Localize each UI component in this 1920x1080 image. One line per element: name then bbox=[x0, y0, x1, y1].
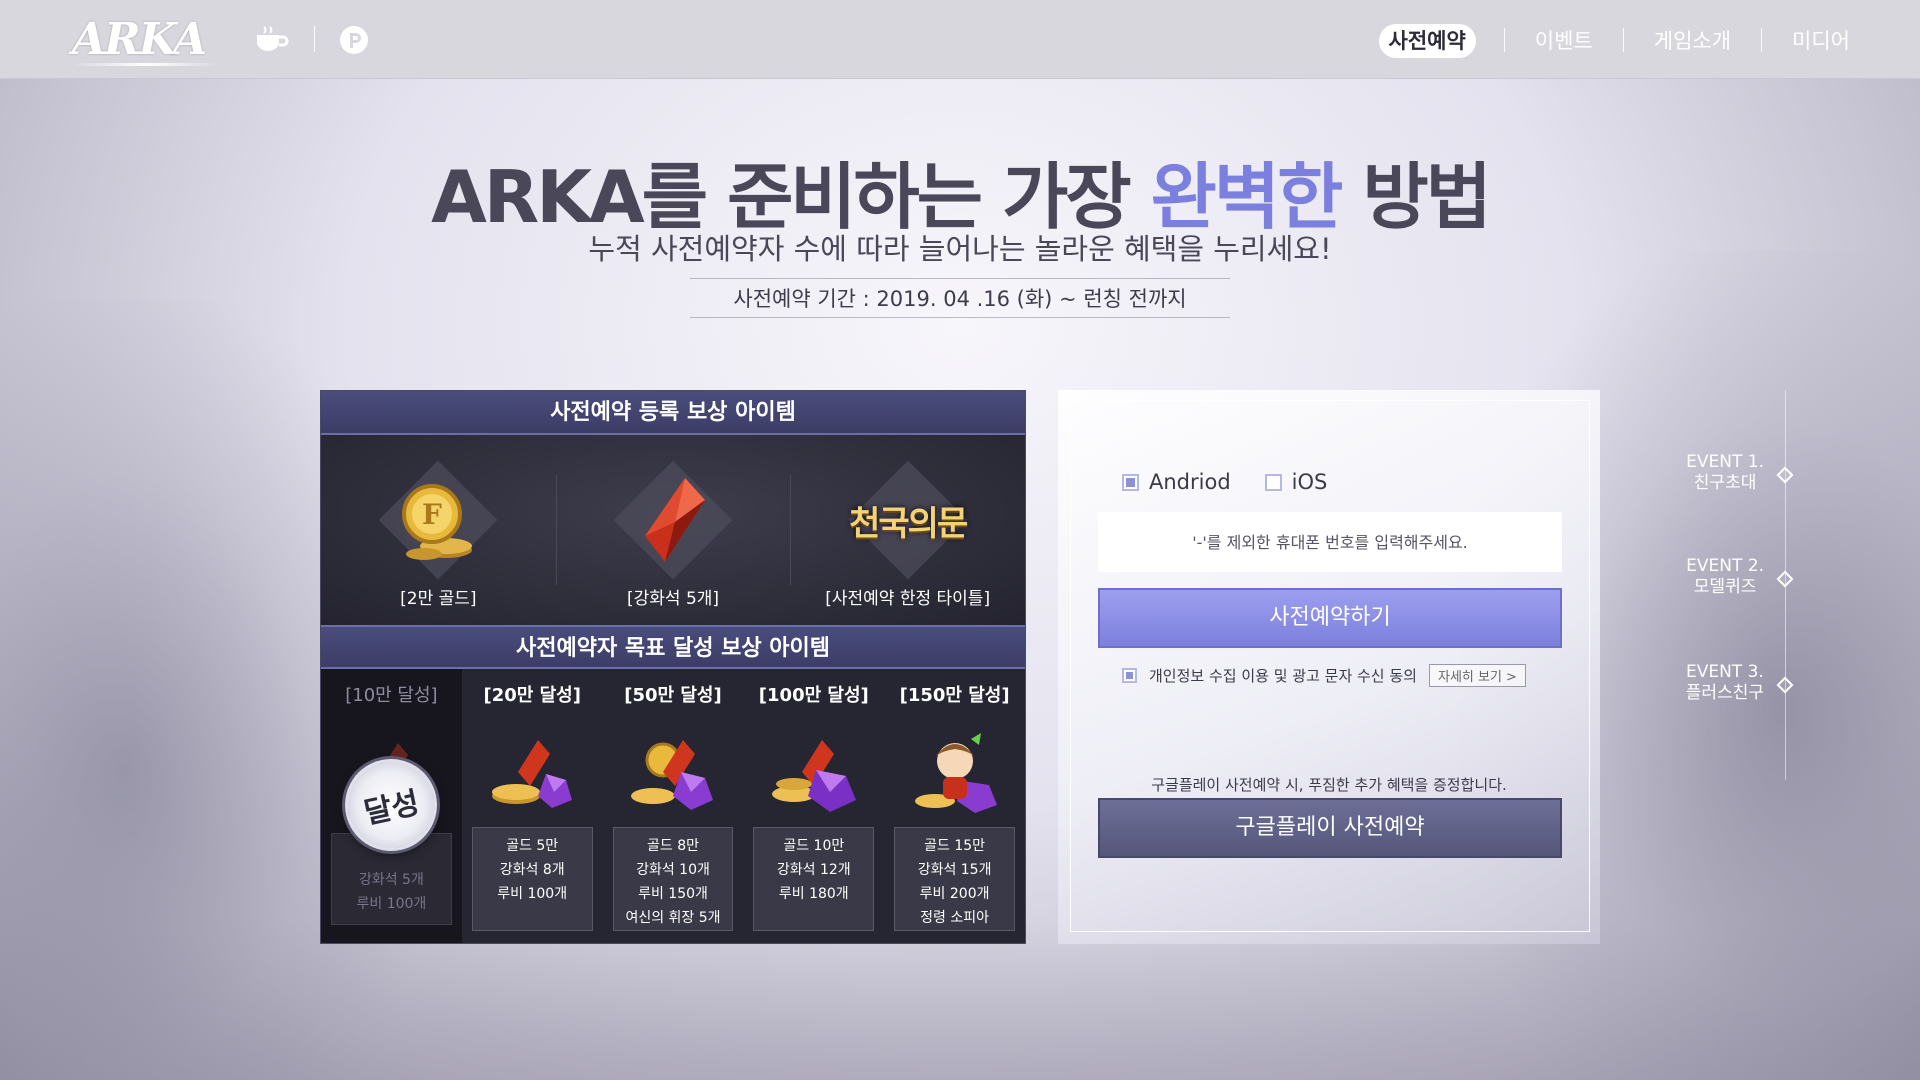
spirit-sophia-icon bbox=[900, 729, 1010, 819]
register-reward-title: 천국의문 [사전예약 한정 타이틀] bbox=[790, 435, 1025, 625]
register-reward-stone-label: [강화석 5개] bbox=[626, 589, 720, 609]
goal-reward-list: 골드 5만 강화석 8개 루비 100개 bbox=[471, 827, 593, 931]
site-header: ARKA 사전예약 이벤트 게임소개 미디어 bbox=[0, 0, 1920, 79]
goal-reward-list: 골드 15만 강화석 15개 루비 200개 정령 소피아 bbox=[894, 827, 1015, 931]
p-circle-icon[interactable] bbox=[336, 22, 372, 58]
event-2-link[interactable]: EVENT 2. 모델퀴즈 bbox=[1660, 556, 1800, 606]
reward-bundle-icon bbox=[618, 729, 728, 819]
logo-swoosh bbox=[72, 63, 220, 66]
event-name: 플러스친구 bbox=[1685, 683, 1764, 703]
goal-reward-line: 루비 100개 bbox=[497, 886, 568, 902]
event-name: 친구초대 bbox=[1693, 473, 1757, 493]
register-reward-gold-label: [2만 골드] bbox=[400, 589, 477, 609]
register-reward-gold: F [2만 골드] bbox=[321, 435, 556, 625]
goal-reward-line: 강화석 12개 bbox=[776, 862, 851, 878]
main-nav: 사전예약 이벤트 게임소개 미디어 bbox=[1351, 0, 1881, 79]
ios-label[interactable]: iOS bbox=[1292, 470, 1328, 494]
nav-preregister[interactable]: 사전예약 bbox=[1351, 23, 1504, 58]
goal-reward-line: 강화석 8개 bbox=[499, 862, 565, 878]
reward-panel: 사전예약 등록 보상 아이템 F [2만 골드] [강화석 5개] 천국의문 [… bbox=[320, 390, 1026, 944]
phone-number-input[interactable] bbox=[1098, 512, 1562, 572]
event-number: EVENT 2. bbox=[1686, 556, 1764, 576]
nav-event[interactable]: 이벤트 bbox=[1505, 25, 1623, 55]
register-reward-row: F [2만 골드] [강화석 5개] 천국의문 [사전예약 한정 타이틀] bbox=[321, 435, 1025, 625]
title-emblem-icon: 천국의문 bbox=[828, 460, 988, 580]
goal-100k: [10만 달성] 강화석 5개 루비 100개 달성 bbox=[321, 669, 462, 943]
os-selector: Andriod iOS bbox=[1122, 470, 1361, 494]
goal-1-5m: [150만 달성] 골드 15만 강화석 15개 루비 200개 정령 소피아 bbox=[884, 669, 1025, 943]
nav-game-intro-label: 게임소개 bbox=[1653, 28, 1732, 53]
event-3-text: EVENT 3. 플러스친구 bbox=[1686, 662, 1764, 704]
preregister-button[interactable]: 사전예약하기 bbox=[1098, 588, 1562, 648]
title-emblem-text: 천국의문 bbox=[849, 503, 968, 544]
google-play-preregister-button[interactable]: 구글플레이 사전예약 bbox=[1098, 798, 1562, 858]
nav-preregister-label: 사전예약 bbox=[1378, 23, 1476, 58]
gold-coin-icon: F bbox=[378, 460, 498, 580]
goal-500k: [50만 달성] 골드 8만 강화석 10개 루비 150개 여신의 휘장 5개 bbox=[603, 669, 744, 943]
goal-reward-line: 강화석 10개 bbox=[636, 862, 710, 878]
event-3-link[interactable]: EVENT 3. 플러스친구 bbox=[1660, 662, 1800, 712]
nav-game-intro[interactable]: 게임소개 bbox=[1624, 25, 1761, 55]
goal-reward-line: 골드 10만 bbox=[783, 838, 845, 854]
goal-1m: [100만 달성] 골드 10만 강화석 12개 루비 180개 bbox=[743, 669, 884, 943]
cafe-cup-icon[interactable] bbox=[254, 22, 290, 58]
goal-title: [10만 달성] bbox=[345, 685, 438, 706]
goal-reward-list: 골드 8만 강화석 10개 루비 150개 여신의 휘장 5개 bbox=[612, 827, 734, 931]
red-gem-icon bbox=[613, 460, 733, 580]
event-number: EVENT 1. bbox=[1686, 452, 1764, 472]
nav-media-label: 미디어 bbox=[1792, 28, 1850, 53]
goal-reward-line: 골드 15만 bbox=[924, 838, 986, 854]
event-name: 모델퀴즈 bbox=[1693, 577, 1757, 597]
goal-reward-line: 루비 200개 bbox=[919, 886, 990, 902]
privacy-consent-row: 개인정보 수집 이용 및 광고 문자 수신 동의 자세히 보기 > bbox=[1122, 664, 1526, 687]
privacy-consent-label[interactable]: 개인정보 수집 이용 및 광고 문자 수신 동의 bbox=[1149, 665, 1417, 686]
nav-event-label: 이벤트 bbox=[1534, 28, 1593, 53]
event-1-text: EVENT 1. 친구초대 bbox=[1686, 452, 1764, 494]
goal-title: [100만 달성] bbox=[758, 685, 869, 706]
google-play-note: 구글플레이 사전예약 시, 푸짐한 추가 혜택을 증정합니다. bbox=[1151, 776, 1507, 794]
event-side-nav: EVENT 1. 친구초대 EVENT 2. 모델퀴즈 EVENT 3. 플러스… bbox=[1660, 390, 1800, 780]
goal-reward-line: 여신의 휘장 5개 bbox=[625, 910, 721, 926]
logo-text: ARKA bbox=[72, 14, 207, 65]
goal-reward-line: 골드 8만 bbox=[646, 838, 699, 854]
diamond-marker-icon bbox=[1776, 570, 1794, 588]
reward-bundle-icon bbox=[477, 729, 587, 819]
goal-reward-grid: [10만 달성] 강화석 5개 루비 100개 달성 [20만 달성] 골드 5… bbox=[321, 669, 1025, 943]
goal-reward-line: 골드 5만 bbox=[506, 838, 559, 854]
event-2-text: EVENT 2. 모델퀴즈 bbox=[1686, 556, 1764, 598]
diamond-marker-icon bbox=[1776, 676, 1794, 694]
event-1-link[interactable]: EVENT 1. 친구초대 bbox=[1660, 452, 1800, 502]
register-reward-title-label: [사전예약 한정 타이틀] bbox=[825, 589, 991, 609]
preregister-form-panel: Andriod iOS 사전예약하기 개인정보 수집 이용 및 광고 문자 수신… bbox=[1058, 390, 1600, 944]
goal-title: [50만 달성] bbox=[624, 685, 722, 706]
reward-bundle-icon bbox=[759, 729, 869, 819]
hero-subtitle: 누적 사전예약자 수에 따라 늘어나는 놀라운 혜택을 누리세요! bbox=[588, 232, 1332, 266]
event-number: EVENT 3. bbox=[1685, 662, 1764, 682]
goal-reward-line: 강화석 5개 bbox=[358, 872, 424, 888]
goal-reward-line: 루비 150개 bbox=[638, 886, 708, 902]
goal-reward-line: 강화석 15개 bbox=[917, 862, 992, 878]
svg-text:F: F bbox=[422, 498, 442, 531]
goal-reward-line: 정령 소피아 bbox=[920, 910, 990, 926]
ios-checkbox[interactable] bbox=[1264, 473, 1282, 491]
goal-200k: [20만 달성] 골드 5만 강화석 8개 루비 100개 bbox=[462, 669, 603, 943]
preregister-period: 사전예약 기간 : 2019. 04 .16 (화) ~ 런칭 전까지 bbox=[690, 278, 1230, 318]
android-label[interactable]: Andriod bbox=[1149, 470, 1231, 494]
register-reward-stone: [강화석 5개] bbox=[555, 435, 791, 625]
goal-reward-heading: 사전예약자 목표 달성 보상 아이템 bbox=[321, 625, 1025, 669]
arka-logo[interactable]: ARKA bbox=[72, 8, 220, 72]
goal-title: [20만 달성] bbox=[483, 685, 581, 706]
android-checkbox[interactable] bbox=[1122, 473, 1139, 491]
goal-title: [150만 달성] bbox=[899, 685, 1010, 706]
goal-reward-line: 루비 100개 bbox=[356, 896, 427, 912]
goal-reward-line: 루비 180개 bbox=[778, 886, 849, 902]
view-details-button[interactable]: 자세히 보기 > bbox=[1428, 664, 1526, 687]
header-divider bbox=[314, 26, 315, 52]
diamond-marker-icon bbox=[1776, 466, 1794, 484]
register-reward-heading: 사전예약 등록 보상 아이템 bbox=[321, 391, 1025, 435]
nav-media[interactable]: 미디어 bbox=[1762, 25, 1880, 55]
goal-reward-list: 골드 10만 강화석 12개 루비 180개 bbox=[753, 827, 875, 931]
background-mist-bottom bbox=[0, 920, 1920, 1080]
privacy-consent-checkbox[interactable] bbox=[1122, 668, 1137, 683]
